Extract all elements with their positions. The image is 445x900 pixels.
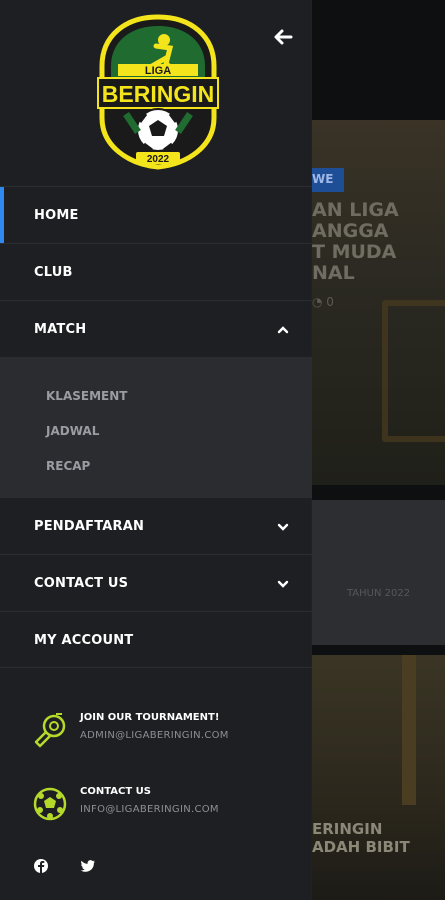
menu-item-label: MY ACCOUNT xyxy=(34,633,134,648)
menu-item-contact-us[interactable]: CONTACT US xyxy=(0,554,312,611)
chevron-down-icon[interactable] xyxy=(276,520,290,534)
news-card-text: TAHUN 2022 xyxy=(346,588,411,599)
match-submenu: KLASEMENT JADWAL RECAP xyxy=(0,357,312,497)
menu-item-home[interactable]: HOME xyxy=(0,186,312,244)
soccer-ball-icon xyxy=(33,787,67,821)
hero-meta: ◔ 0 xyxy=(312,295,334,309)
info-title: JOIN OUR TOURNAMENT! xyxy=(80,712,220,723)
hero-headline: AN LIGA ANGGA T MUDA NAL xyxy=(312,200,399,284)
submenu-item-recap[interactable]: RECAP xyxy=(0,449,312,484)
tournament-info: JOIN OUR TOURNAMENT! ADMIN@LIGABERINGIN.… xyxy=(32,712,292,758)
svg-text:LIGA: LIGA xyxy=(145,65,171,77)
tournament-email-link[interactable]: ADMIN@LIGABERINGIN.COM xyxy=(80,730,229,741)
whistle-icon xyxy=(34,713,66,748)
liga-beringin-logo[interactable]: LIGA BERINGIN 2022 xyxy=(96,14,220,170)
menu-item-my-account[interactable]: MY ACCOUNT xyxy=(0,611,312,668)
menu-item-label: CONTACT US xyxy=(34,576,129,591)
svg-text:2022: 2022 xyxy=(147,154,170,165)
menu-item-label: HOME xyxy=(34,208,79,223)
svg-text:BERINGIN: BERINGIN xyxy=(102,81,214,107)
menu-item-label: CLUB xyxy=(34,265,73,280)
news-card xyxy=(312,500,445,645)
submenu-item-klasement[interactable]: KLASEMENT xyxy=(0,379,312,414)
navigation-drawer: LIGA BERINGIN 2022 HOME CLUB MATCH KLASE… xyxy=(0,0,312,900)
chevron-down-icon[interactable] xyxy=(276,577,290,591)
main-menu: HOME CLUB MATCH KLASEMENT JADWAL RECAP P… xyxy=(0,186,312,668)
menu-item-label: PENDAFTARAN xyxy=(34,519,145,534)
menu-item-club[interactable]: CLUB xyxy=(0,243,312,300)
info-title: CONTACT US xyxy=(80,786,151,797)
submenu-item-jadwal[interactable]: JADWAL xyxy=(0,414,312,449)
contact-info: CONTACT US INFO@LIGABERINGIN.COM xyxy=(32,786,292,832)
contact-email-link[interactable]: INFO@LIGABERINGIN.COM xyxy=(80,804,219,815)
menu-item-pendaftaran[interactable]: PENDAFTARAN xyxy=(0,497,312,554)
facebook-icon[interactable] xyxy=(33,858,49,874)
news-photo-headline: ERINGIN ADAH BIBIT xyxy=(312,820,410,856)
menu-item-match[interactable]: MATCH xyxy=(0,300,312,357)
category-tag: WE xyxy=(312,168,344,192)
back-arrow-icon[interactable] xyxy=(273,26,295,48)
chevron-up-icon[interactable] xyxy=(276,323,290,337)
menu-item-label: MATCH xyxy=(34,322,87,337)
news-photo xyxy=(312,655,445,900)
twitter-icon[interactable] xyxy=(80,858,96,874)
